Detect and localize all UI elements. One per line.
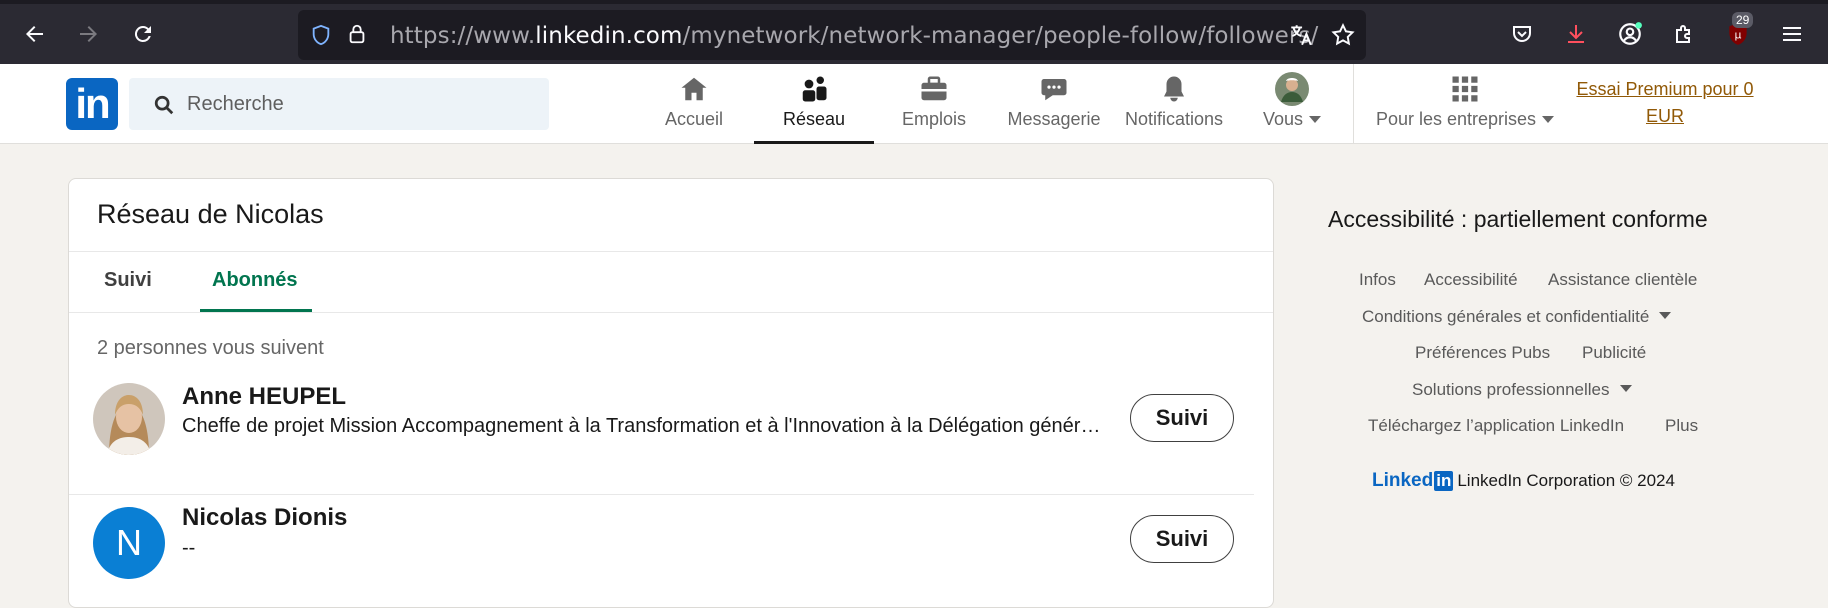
person-name[interactable]: Nicolas Dionis [182,504,347,532]
reload-icon [134,25,151,42]
search-icon [154,95,174,115]
avatar[interactable] [93,383,165,455]
footer-link-more[interactable]: Plus [1665,416,1698,436]
linkedin-header: in Accueil Réseau Emplois Messagerie Not… [0,64,1828,144]
nav-network[interactable]: Réseau [754,64,874,144]
nav-jobs-label: Emplois [901,109,967,129]
nav-jobs[interactable]: Emplois [894,64,974,142]
footer-link-advertising[interactable]: Publicité [1582,343,1646,363]
premium-trial-link[interactable]: Essai Premium pour 0 EUR [1570,76,1760,130]
search-input[interactable] [187,88,527,120]
briefcase-icon [914,71,954,107]
footer-link-download-app[interactable]: Téléchargez l’application LinkedIn [1368,416,1624,436]
page-title: Réseau de Nicolas [97,199,324,229]
footer-link-terms-label: Conditions générales et confidentialité [1362,307,1650,326]
chevron-down-icon [1542,116,1555,123]
home-icon [674,71,714,107]
network-card: Réseau de Nicolas Suivi Abonnés 2 person… [68,178,1274,608]
nav-me-text: Vous [1262,109,1304,129]
person-headline: -- [182,537,196,559]
url-prefix: https://www. [390,23,536,49]
accessibility-status[interactable]: Accessibilité : partiellement conforme [1328,206,1708,233]
nav-divider [1353,64,1354,144]
bookmark-star-icon[interactable] [1330,22,1356,48]
message-icon [1034,71,1074,107]
url-path: /mynetwork/network-manager/people-follow… [682,23,1319,49]
translate-icon[interactable] [1288,22,1314,48]
download-icon[interactable] [1560,18,1592,50]
pocket-icon[interactable] [1506,18,1538,50]
extensions-icon[interactable] [1668,18,1700,50]
copyright-text: LinkedIn Corporation © 2024 [1457,471,1675,490]
grid-icon [1445,71,1485,107]
nav-network-label: Réseau [782,109,846,129]
avatar [1272,71,1312,107]
menu-icon[interactable] [1776,18,1808,50]
followers-count: 2 personnes vous suivent [97,337,324,359]
linkedin-wordmark: Linked in [1372,470,1454,492]
tab-followers[interactable]: Abonnés [212,269,298,292]
arrow-left-icon [26,26,43,42]
footer-link-business-solutions[interactable]: Solutions professionnelles [1412,380,1632,400]
divider [69,251,1273,252]
footer-link-business-solutions-label: Solutions professionnelles [1412,380,1610,399]
following-button[interactable]: Suivi [1130,515,1234,563]
browser-toolbar: https://www.linkedin.com/mynetwork/netwo… [0,0,1828,64]
forward-button[interactable] [70,16,106,52]
profile-photo [93,383,165,455]
nav-business-label: Pour les entreprises [1375,109,1555,130]
footer-link-terms[interactable]: Conditions générales et confidentialité [1362,307,1672,327]
following-button[interactable]: Suivi [1130,394,1234,442]
nav-business[interactable]: Pour les entreprises [1370,64,1560,142]
footer-link-ad-prefs[interactable]: Préférences Pubs [1415,343,1550,363]
lock-icon[interactable] [346,22,368,46]
nav-messaging-label: Messagerie [1007,109,1101,129]
brand-in: in [1434,471,1454,491]
account-icon[interactable] [1614,18,1646,50]
linkedin-logo[interactable]: in [66,78,118,130]
footer-copyright: Linked in LinkedIn Corporation © 2024 [1372,470,1675,492]
shield-icon[interactable] [310,24,332,46]
footer-link-infos[interactable]: Infos [1359,270,1396,290]
chevron-down-icon [1619,385,1632,392]
premium-line2: EUR [1645,106,1684,126]
divider [69,312,1273,313]
tab-following[interactable]: Suivi [104,269,152,292]
list-item: Anne HEUPEL Cheffe de projet Mission Acc… [69,375,1273,485]
nav-messaging[interactable]: Messagerie [1004,64,1104,142]
divider [69,494,1254,495]
people-icon [794,71,834,107]
arrow-right-icon [80,26,97,42]
back-button[interactable] [17,16,53,52]
person-name[interactable]: Anne HEUPEL [182,383,346,411]
nav-home[interactable]: Accueil [654,64,734,142]
brand-word: Linked [1372,470,1434,491]
chevron-down-icon [1659,312,1672,319]
nav-me[interactable]: Vous [1260,64,1324,142]
extension-badge: 29 [1732,12,1754,28]
person-headline: Cheffe de projet Mission Accompagnement … [182,415,1102,437]
search-box[interactable] [129,78,549,130]
reload-button[interactable] [125,16,161,52]
footer-link-accessibility[interactable]: Accessibilité [1424,270,1518,290]
nav-notifications[interactable]: Notifications [1118,64,1230,142]
url-host: linkedin.com [535,23,683,49]
avatar[interactable]: N [93,507,165,579]
url-bar[interactable]: https://www.linkedin.com/mynetwork/netwo… [298,10,1366,60]
footer-link-support[interactable]: Assistance clientèle [1548,270,1697,290]
bell-icon [1154,71,1194,107]
nav-notifications-label: Notifications [1124,109,1224,129]
nav-me-label: Vous [1262,109,1322,130]
list-item: N Nicolas Dionis -- Suivi [69,497,1273,607]
nav-home-label: Accueil [664,109,724,129]
svg-text:μ: μ [1735,28,1742,41]
premium-line1: Essai Premium pour 0 [1576,79,1754,99]
nav-business-text: Pour les entreprises [1375,109,1537,129]
chevron-down-icon [1309,116,1322,123]
url-text[interactable]: https://www.linkedin.com/mynetwork/netwo… [390,23,1318,49]
